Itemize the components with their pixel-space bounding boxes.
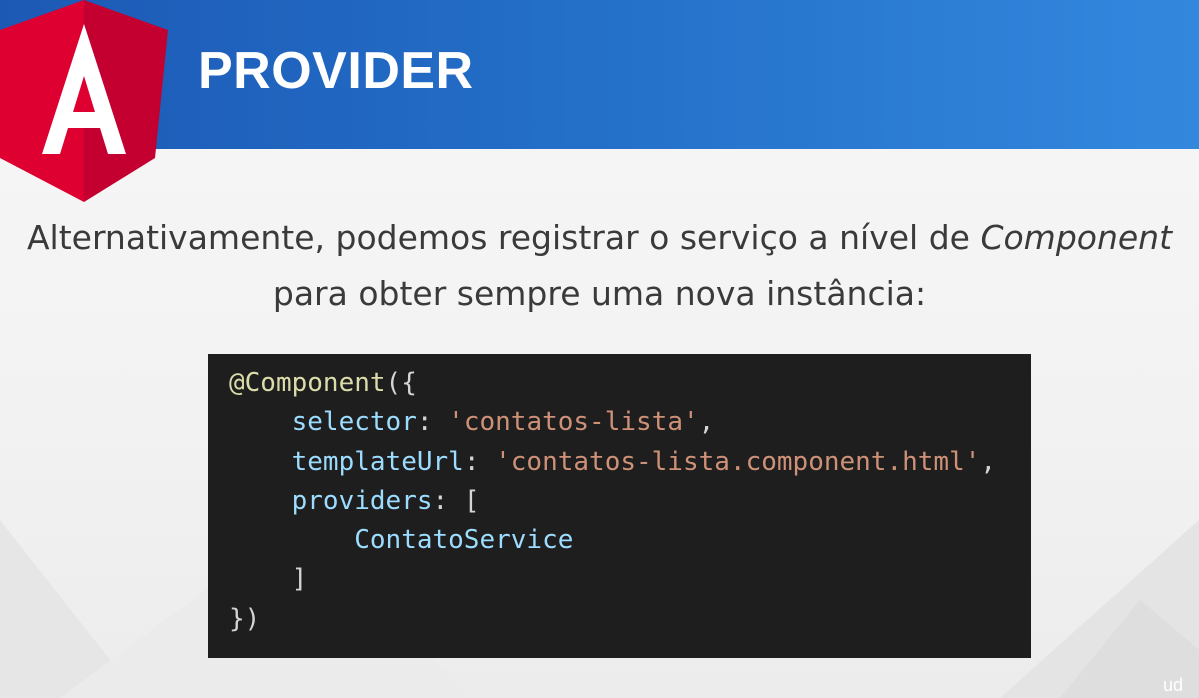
intro-line-1-text: Alternativamente, podemos registrar o se… bbox=[26, 218, 981, 257]
code-line-4: providers: [ bbox=[229, 482, 1031, 521]
code-colon: : bbox=[416, 407, 449, 438]
intro-emphasis-component: Component bbox=[980, 218, 1173, 257]
code-property-selector: selector bbox=[291, 407, 417, 438]
header-bar bbox=[0, 0, 1199, 149]
code-punctuation: ({ bbox=[385, 368, 417, 398]
code-line-7: }) bbox=[229, 600, 1031, 639]
code-close-bracket: ] bbox=[291, 564, 308, 595]
angular-logo bbox=[0, 0, 168, 202]
code-property-providers: providers bbox=[291, 485, 433, 516]
code-open-bracket: [ bbox=[463, 485, 480, 516]
code-colon: : bbox=[432, 485, 464, 516]
code-property-template-url: templateUrl bbox=[291, 446, 464, 477]
code-decorator: @Component bbox=[229, 368, 386, 398]
code-block: @Component({ selector: 'contatos-lista',… bbox=[208, 354, 1031, 658]
code-line-5: ContatoService bbox=[229, 521, 1031, 560]
code-comma: , bbox=[980, 446, 997, 477]
intro-line-1: Alternativamente, podemos registrar o se… bbox=[0, 210, 1199, 266]
code-string-selector: 'contatos-lista' bbox=[448, 407, 699, 438]
code-line-6: ] bbox=[229, 560, 1031, 599]
intro-text: Alternativamente, podemos registrar o se… bbox=[0, 210, 1199, 322]
code-identifier-contato-service: ContatoService bbox=[354, 525, 574, 556]
code-comma: , bbox=[698, 407, 715, 438]
slide: PROVIDER Alternativamente, podemos regis… bbox=[0, 0, 1199, 698]
watermark: ud bbox=[1163, 675, 1184, 695]
intro-line-2: para obter sempre uma nova instância: bbox=[272, 274, 927, 313]
code-close-brace: }) bbox=[229, 603, 261, 634]
code-line-1: @Component({ bbox=[229, 364, 1031, 403]
code-colon: : bbox=[463, 446, 496, 477]
code-string-template-url: 'contatos-lista.component.html' bbox=[495, 446, 981, 477]
code-line-2: selector: 'contatos-lista', bbox=[229, 403, 1031, 442]
page-title: PROVIDER bbox=[198, 42, 474, 100]
code-line-3: templateUrl: 'contatos-lista.component.h… bbox=[229, 443, 1031, 482]
